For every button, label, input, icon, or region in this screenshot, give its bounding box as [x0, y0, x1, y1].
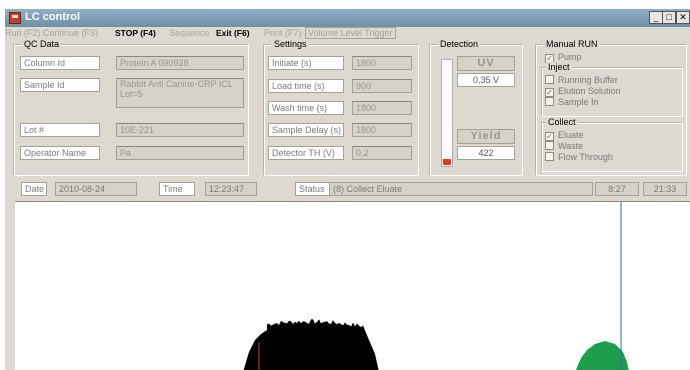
- sample-id-field[interactable]: Rabbit Anti Canine-CRP ICL Lot=5: [116, 78, 244, 108]
- column-id-field[interactable]: Protein A 090928: [116, 56, 244, 70]
- menu-bar: Run (F2) Continue (F3) STOP (F4) Sequenc…: [5, 27, 690, 39]
- inject-item-running-buffer[interactable]: Running Buffer: [545, 75, 618, 85]
- collect-item-waste[interactable]: Waste: [545, 141, 583, 151]
- uv-value: 0,35 V: [457, 73, 515, 87]
- waste-checkbox[interactable]: [545, 141, 554, 150]
- flow-through-checkbox[interactable]: [545, 152, 554, 161]
- collect-item-flow-through[interactable]: Flow Through: [545, 152, 613, 162]
- status-bar: Date 2010-08-24 Time 12:23:47 Status (8)…: [5, 180, 690, 198]
- minimize-button[interactable]: _: [649, 11, 663, 24]
- uv-label: UV: [457, 56, 515, 71]
- inject-item-sample-in[interactable]: Sample In: [545, 97, 599, 107]
- initiate-field[interactable]: 1800: [352, 56, 412, 70]
- wash-time-field[interactable]: 1800: [352, 101, 412, 115]
- elution-solution-checkbox[interactable]: ✓: [545, 88, 554, 97]
- menu-print[interactable]: Print (F7): [264, 28, 302, 38]
- initiate-label: Initiate (s): [268, 56, 344, 70]
- yield-value: 422: [457, 146, 515, 160]
- lc-control-window: LC control _ □ ✕ Run (F2) Continue (F3) …: [4, 8, 690, 370]
- sample-delay-label: Sample Delay (s): [268, 123, 344, 137]
- lot-number-field[interactable]: 10E-221: [116, 123, 244, 137]
- detector-threshold-field[interactable]: 0,2: [352, 146, 412, 160]
- date-label: Date: [21, 182, 47, 196]
- black-peak: [243, 319, 379, 370]
- total-time: 21:33: [643, 182, 687, 196]
- detector-threshold-label: Detector TH (V): [268, 146, 344, 160]
- date-value: 2010-08-24: [55, 182, 137, 196]
- detection-level-fill: [443, 158, 451, 165]
- column-id-label: Column Id: [20, 56, 100, 70]
- waste-label: Waste: [558, 141, 584, 151]
- eluate-label: Eluate: [558, 130, 584, 140]
- inject-title: Inject: [546, 62, 572, 72]
- time-value: 12:23:47: [205, 182, 257, 196]
- lot-number-label: Lot #: [20, 123, 100, 137]
- manual-run-title: Manual RUN: [544, 39, 600, 49]
- yield-label: Yield: [457, 129, 515, 144]
- flow-through-label: Flow Through: [558, 152, 613, 162]
- sample-in-label: Sample In: [558, 97, 599, 107]
- sample-in-checkbox[interactable]: [545, 97, 554, 106]
- status-value: (8) Collect Eluate: [329, 182, 593, 196]
- collect-title: Collect: [546, 117, 578, 127]
- title-bar[interactable]: LC control _ □ ✕: [5, 9, 690, 27]
- running-buffer-label: Running Buffer: [558, 75, 618, 85]
- menu-exit[interactable]: Exit (F6): [216, 28, 250, 38]
- elapsed-time: 8:27: [595, 182, 639, 196]
- load-time-field[interactable]: 900: [352, 79, 412, 93]
- maximize-button[interactable]: □: [662, 11, 676, 24]
- operator-name-label: Operator Name: [20, 146, 100, 160]
- app-icon: [9, 12, 21, 24]
- elution-solution-label: Elution Solution: [558, 86, 621, 96]
- chromatogram-svg: [243, 202, 629, 370]
- menu-stop[interactable]: STOP (F4): [115, 28, 156, 38]
- load-time-label: Load time (s): [268, 79, 344, 93]
- collect-item-eluate[interactable]: ✓ Eluate: [545, 130, 584, 141]
- sample-delay-field[interactable]: 1800: [352, 123, 412, 137]
- status-label: Status: [295, 182, 331, 196]
- wash-time-label: Wash time (s): [268, 101, 344, 115]
- settings-title: Settings: [272, 39, 309, 49]
- qc-data-title: QC Data: [22, 39, 62, 49]
- pump-checkbox-row[interactable]: ✓ Pump: [545, 52, 582, 63]
- menu-continue[interactable]: Continue (F3): [43, 28, 98, 38]
- pump-label: Pump: [558, 52, 582, 62]
- menu-volume-level-trigger[interactable]: Volume Level Trigger: [305, 27, 396, 39]
- menu-run[interactable]: Run (F2): [5, 28, 41, 38]
- eluate-checkbox[interactable]: ✓: [545, 132, 554, 141]
- detection-level-gauge: [441, 59, 453, 167]
- operator-name-field[interactable]: Pa: [116, 146, 244, 160]
- detection-title: Detection: [438, 39, 481, 49]
- running-buffer-checkbox[interactable]: [545, 75, 554, 84]
- menu-sequence[interactable]: Sequence: [169, 28, 210, 38]
- time-label: Time: [159, 182, 195, 196]
- sample-id-label: Sample Id: [20, 78, 100, 92]
- chromatogram-plot: [15, 201, 690, 370]
- close-button[interactable]: ✕: [676, 11, 690, 24]
- window-title: LC control: [25, 11, 80, 23]
- inject-item-elution-solution[interactable]: ✓ Elution Solution: [545, 86, 621, 97]
